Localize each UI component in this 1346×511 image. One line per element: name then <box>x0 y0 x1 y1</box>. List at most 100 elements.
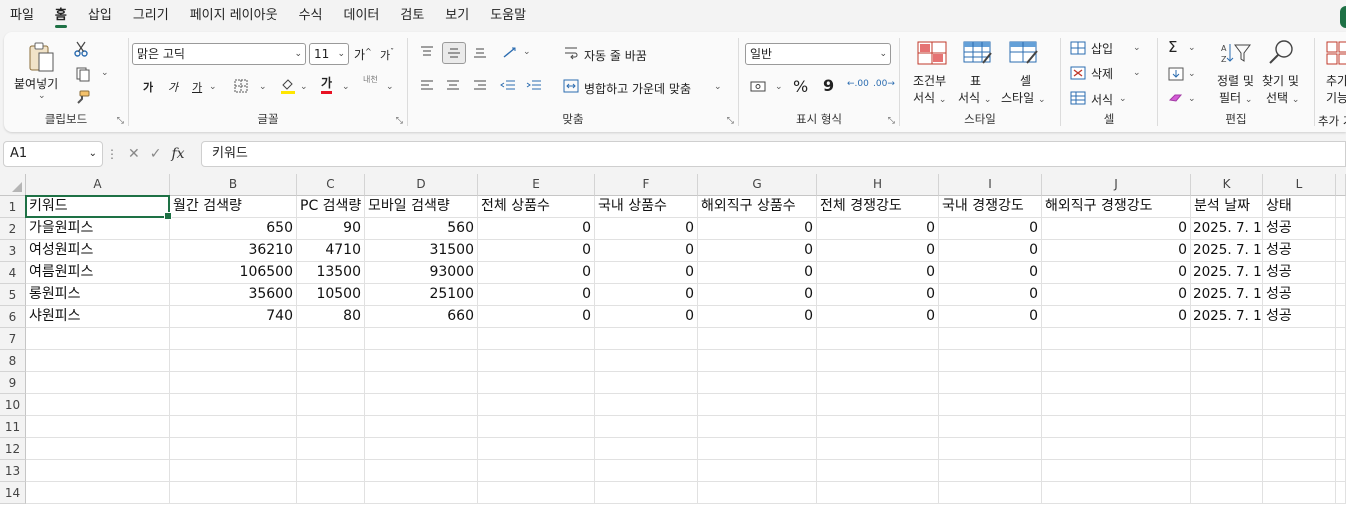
menu-tab[interactable]: 그리기 <box>133 0 169 32</box>
row-header[interactable]: 14 <box>0 482 26 504</box>
grid-cell[interactable] <box>478 416 595 438</box>
grid-cell[interactable]: 0 <box>698 284 817 306</box>
grid-cell[interactable]: 4710 <box>297 240 365 262</box>
grid-cell[interactable] <box>1191 328 1263 350</box>
autosum-dropdown-icon[interactable]: ⌄ <box>1188 43 1196 53</box>
grid-cell[interactable] <box>297 438 365 460</box>
grid-cell[interactable] <box>478 394 595 416</box>
number-format-select[interactable]: 일반 ⌄ <box>745 43 891 65</box>
font-launcher-icon[interactable]: ⤡ <box>396 116 403 126</box>
grid-cell[interactable] <box>698 372 817 394</box>
merge-center-icon[interactable] <box>562 78 580 94</box>
shrink-font-button[interactable]: 가ˇ <box>380 47 394 63</box>
paste-label[interactable]: 붙여넣기 <box>14 75 58 92</box>
grid-cell[interactable] <box>698 350 817 372</box>
grid-cell[interactable] <box>1191 350 1263 372</box>
more-options-icon[interactable]: ⋮ <box>106 147 118 161</box>
grid-cell[interactable]: 93000 <box>365 262 478 284</box>
name-box[interactable]: A1 ⌄ <box>3 141 103 167</box>
grid-cell[interactable] <box>170 460 297 482</box>
grid-cell[interactable]: 성공 <box>1263 218 1336 240</box>
grid-cell[interactable] <box>1336 438 1346 460</box>
row-header[interactable]: 11 <box>0 416 26 438</box>
grid-cell[interactable] <box>478 350 595 372</box>
grid-cell[interactable] <box>365 460 478 482</box>
grid-cell[interactable]: 80 <box>297 306 365 328</box>
grid-cell[interactable] <box>478 328 595 350</box>
grid-cell[interactable] <box>817 416 939 438</box>
grid-cell[interactable]: 0 <box>478 240 595 262</box>
clear-dropdown-icon[interactable]: ⌄ <box>1188 94 1196 104</box>
fill-color-dropdown-icon[interactable]: ⌄ <box>300 82 308 92</box>
grid-cell[interactable] <box>26 328 170 350</box>
orientation-dropdown-icon[interactable]: ⌄ <box>523 47 531 57</box>
column-header[interactable]: K <box>1191 174 1263 196</box>
column-header[interactable]: A <box>26 174 170 196</box>
format-as-table-label-2[interactable]: 서식 ⌄ <box>958 89 991 106</box>
grid-cell[interactable] <box>1263 482 1336 504</box>
grid-cell[interactable] <box>817 350 939 372</box>
column-header[interactable]: H <box>817 174 939 196</box>
column-header[interactable]: B <box>170 174 297 196</box>
insert-cells-button[interactable]: 삽입 <box>1091 40 1113 57</box>
grid-cell[interactable] <box>595 350 698 372</box>
grid-cell[interactable] <box>1263 416 1336 438</box>
row-header[interactable]: 3 <box>0 240 26 262</box>
phonetic-guide-button[interactable]: 내천 <box>363 76 381 84</box>
grid-cell[interactable]: 660 <box>365 306 478 328</box>
cell-styles-icon[interactable] <box>1008 40 1040 66</box>
grid-cell[interactable] <box>1336 350 1346 372</box>
grid-cell[interactable] <box>595 482 698 504</box>
row-header[interactable]: 10 <box>0 394 26 416</box>
delete-dropdown-icon[interactable]: ⌄ <box>1133 68 1141 78</box>
grid-cell[interactable]: 0 <box>817 262 939 284</box>
grid-cell[interactable] <box>939 460 1042 482</box>
grid-cell[interactable]: 31500 <box>365 240 478 262</box>
number-launcher-icon[interactable]: ⤡ <box>888 116 895 126</box>
conditional-format-icon[interactable] <box>916 40 948 66</box>
grid-cell[interactable]: 샤원피스 <box>26 306 170 328</box>
grid-cell[interactable]: 성공 <box>1263 262 1336 284</box>
column-header[interactable]: L <box>1263 174 1336 196</box>
row-header[interactable]: 7 <box>0 328 26 350</box>
grid-cell[interactable] <box>1336 416 1346 438</box>
grid-cell[interactable]: 0 <box>1042 218 1191 240</box>
grid-cell[interactable] <box>26 350 170 372</box>
grid-cell[interactable]: 0 <box>1042 262 1191 284</box>
grid-cell[interactable]: 키워드 <box>26 196 170 218</box>
increase-decimal-button[interactable]: ←.00 <box>847 79 869 89</box>
row-header[interactable]: 9 <box>0 372 26 394</box>
grid-cell[interactable]: 0 <box>939 284 1042 306</box>
grid-cell[interactable] <box>170 482 297 504</box>
grid-cell[interactable]: 0 <box>1042 306 1191 328</box>
grid-cell[interactable] <box>170 372 297 394</box>
menu-tab[interactable]: 수식 <box>299 0 323 32</box>
grid-cell[interactable] <box>595 438 698 460</box>
autosum-icon[interactable]: Σ <box>1168 38 1177 56</box>
grid-cell[interactable] <box>26 438 170 460</box>
underline-dropdown-icon[interactable]: ⌄ <box>209 82 217 92</box>
menu-tab[interactable]: 검토 <box>400 0 424 32</box>
grid-cell[interactable] <box>939 372 1042 394</box>
grid-cell[interactable]: 성공 <box>1263 284 1336 306</box>
find-select-label[interactable]: 찾기 및 <box>1262 72 1299 89</box>
column-header[interactable]: G <box>698 174 817 196</box>
row-header[interactable]: 4 <box>0 262 26 284</box>
cut-icon[interactable] <box>72 40 90 58</box>
grid-cell[interactable] <box>1191 394 1263 416</box>
grid-cell[interactable] <box>26 372 170 394</box>
grid-cell[interactable] <box>365 394 478 416</box>
grid-cell[interactable]: 여름원피스 <box>26 262 170 284</box>
grid-cell[interactable] <box>365 416 478 438</box>
row-header[interactable]: 2 <box>0 218 26 240</box>
grid-cell[interactable]: 0 <box>939 306 1042 328</box>
grid-cell[interactable] <box>297 350 365 372</box>
grid-cell[interactable]: 0 <box>595 284 698 306</box>
formula-input[interactable]: 키워드 <box>201 141 1346 167</box>
grid-cell[interactable]: 전체 경쟁강도 <box>817 196 939 218</box>
grid-cell[interactable]: 2025. 7. 11 <box>1191 240 1263 262</box>
grid-cell[interactable] <box>1042 482 1191 504</box>
conditional-format-label-2[interactable]: 서식 ⌄ <box>913 89 946 106</box>
grid-cell[interactable] <box>939 438 1042 460</box>
grid-cell[interactable]: 0 <box>817 240 939 262</box>
